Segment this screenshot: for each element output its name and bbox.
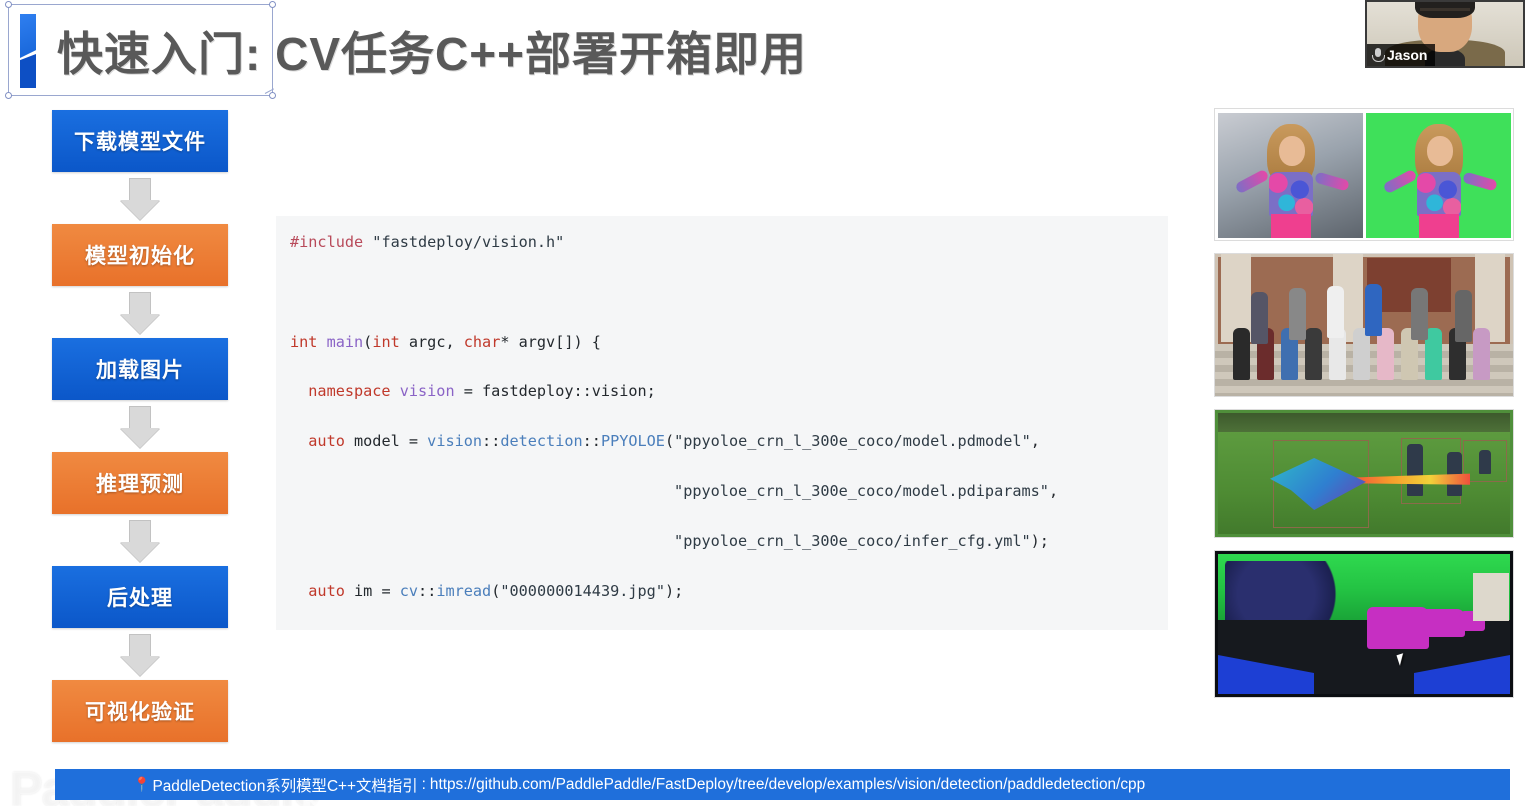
code-line: auto im = cv::imread("000000014439.jpg")… — [290, 581, 684, 600]
flow-arrow-down-icon — [52, 628, 228, 680]
thumbnail-kite-detection[interactable] — [1214, 409, 1514, 538]
flow-step-inference[interactable]: 推理预测 — [52, 452, 228, 514]
flow-step-label: 模型初始化 — [85, 245, 195, 268]
code-line: int main(int argc, char* argv[]) { — [290, 332, 601, 351]
thumbnail-group-photo[interactable] — [1214, 253, 1514, 397]
footer-separator: : — [421, 775, 426, 793]
flow-arrow-down-icon — [52, 514, 228, 566]
webcam-participant-name: Jason — [1387, 47, 1428, 63]
flow-step-postprocess[interactable]: 后处理 — [52, 566, 228, 628]
webcam-overlay[interactable]: Jason — [1365, 0, 1525, 68]
watermark-cjk: 多 — [0, 779, 39, 806]
flow-step-visualize[interactable]: 可视化验证 — [52, 680, 228, 742]
code-line: #include "fastdeploy/vision.h" — [290, 233, 565, 251]
code-line: "ppyoloe_crn_l_300e_coco/model.pdiparams… — [674, 482, 1059, 501]
selection-handle-bottom-right[interactable] — [269, 92, 276, 99]
flow-arrow-down-icon — [52, 400, 228, 452]
thumbnail-matting-girl-greenscreen[interactable] — [1214, 108, 1514, 241]
code-line: auto model = vision::detection::PPYOLOE(… — [290, 432, 1040, 451]
slide-canvas: 快速入门: CV任务C++部署开箱即用 下载模型文件 模型初始化 加载图片 推理… — [0, 0, 1525, 806]
title-accent-bar-icon — [20, 14, 36, 88]
flow-step-label: 下载模型文件 — [74, 131, 206, 154]
footer-reference-bar: 📍 PaddleDetection系列模型C++文档指引 : https://g… — [55, 769, 1510, 800]
demo-thumbnail-list — [1214, 108, 1514, 710]
selection-handle-top-right[interactable] — [269, 1, 276, 8]
flow-arrow-down-icon — [52, 172, 228, 224]
flow-step-model-init[interactable]: 模型初始化 — [52, 224, 228, 286]
flow-step-load-image[interactable]: 加载图片 — [52, 338, 228, 400]
code-snippet-block: #include "fastdeploy/vision.h" int main(… — [276, 216, 1168, 630]
flow-step-download-model[interactable]: 下载模型文件 — [52, 110, 228, 172]
code-line: namespace vision = fastdeploy::vision; — [290, 382, 656, 401]
webcam-name-badge: Jason — [1367, 44, 1436, 66]
location-pin-icon: 📍 — [133, 776, 151, 792]
page-title: 快速入门: CV任务C++部署开箱即用 — [57, 28, 807, 80]
flow-step-label: 后处理 — [107, 587, 173, 610]
flow-step-label: 推理预测 — [96, 473, 184, 496]
pipeline-flowchart: 下载模型文件 模型初始化 加载图片 推理预测 后处理 可视化验证 — [52, 110, 232, 742]
flow-arrow-down-icon — [52, 286, 228, 338]
flow-step-label: 加载图片 — [96, 359, 184, 382]
code-line: "ppyoloe_crn_l_300e_coco/infer_cfg.yml")… — [674, 531, 1049, 550]
selection-handle-bottom-left[interactable] — [5, 92, 12, 99]
footer-url[interactable]: https://github.com/PaddlePaddle/FastDepl… — [430, 776, 1145, 794]
mic-icon — [1371, 47, 1385, 63]
footer-label: PaddleDetection系列模型C++文档指引 — [152, 777, 418, 795]
selection-handle-top-left[interactable] — [5, 1, 12, 8]
thumbnail-semantic-segmentation[interactable] — [1214, 550, 1514, 698]
flow-step-label: 可视化验证 — [85, 701, 195, 724]
